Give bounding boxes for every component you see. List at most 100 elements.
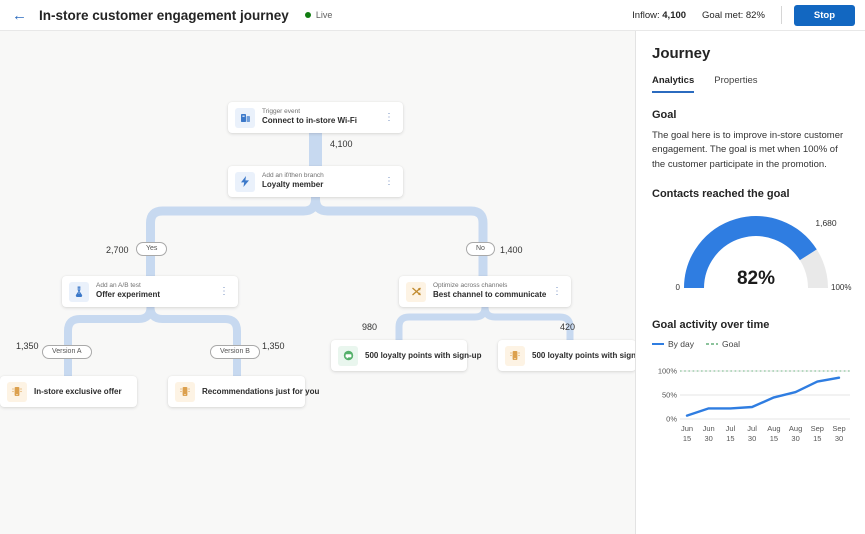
node-loyalty-points-message[interactable]: 500 loyalty points with sign-up [331, 340, 467, 371]
yes-branch-pill: Yes [136, 242, 167, 256]
node-texts: Add an if/then branch Loyalty member [262, 172, 324, 192]
trunk-count: 4,100 [330, 139, 353, 149]
svg-text:15: 15 [726, 434, 734, 443]
node-texts: Add an A/B test Offer experiment [96, 282, 160, 302]
svg-text:30: 30 [705, 434, 713, 443]
top-header: ← In-store customer engagement journey L… [0, 0, 865, 31]
stop-button[interactable]: Stop [794, 5, 855, 26]
svg-text:50%: 50% [662, 390, 677, 399]
goal-gauge-chart: 0 100% 1,680 82% [652, 206, 851, 303]
legend-label: By day [668, 339, 694, 349]
by-day-line-icon [652, 340, 664, 348]
svg-text:Aug: Aug [789, 424, 802, 433]
svg-text:30: 30 [835, 434, 843, 443]
node-in-store-offer[interactable]: In-store exclusive offer [0, 376, 137, 407]
page-title: In-store customer engagement journey [39, 8, 289, 23]
svg-text:15: 15 [770, 434, 778, 443]
goal-met-value: 82% [746, 10, 765, 21]
inflow-label: Inflow: [632, 10, 659, 21]
no-branch-pill: No [466, 242, 495, 256]
version-a-pill: Version A [42, 345, 92, 359]
channel-b-count: 420 [560, 322, 575, 332]
goal-description: The goal here is to improve in-store cus… [652, 129, 844, 172]
version-b-pill: Version B [210, 345, 260, 359]
svg-text:0: 0 [676, 283, 681, 292]
svg-text:30: 30 [791, 434, 799, 443]
goal-met-label: Goal met: [702, 10, 743, 21]
svg-text:Jun: Jun [703, 424, 715, 433]
version-a-count: 1,350 [16, 341, 39, 351]
inflow-metric: Inflow: 4,100 [632, 10, 686, 21]
legend-by-day: By day [652, 339, 694, 349]
node-title: 500 loyalty points with sign-up [532, 351, 636, 360]
legend-label: Goal [722, 339, 740, 349]
svg-text:0%: 0% [666, 414, 677, 423]
svg-text:Aug: Aug [767, 424, 780, 433]
journey-canvas[interactable]: Trigger event Connect to in-store Wi-Fi … [0, 31, 636, 534]
node-title: 500 loyalty points with sign-up [365, 351, 481, 360]
version-b-count: 1,350 [262, 341, 285, 351]
node-title: Offer experiment [96, 290, 160, 301]
node-type-label: Add an A/B test [96, 282, 160, 291]
push-notification-icon [505, 346, 525, 366]
live-status-badge: Live [305, 10, 333, 20]
goal-activity-chart: 0%50%100%Jun15Jun30Jul15Jul30Aug15Aug30S… [652, 359, 851, 454]
node-title: Loyalty member [262, 180, 324, 191]
chat-message-icon [338, 346, 358, 366]
journey-side-panel: Journey Analytics Properties Goal The go… [636, 31, 865, 534]
more-options-icon[interactable]: ⋮ [382, 175, 396, 189]
svg-text:15: 15 [813, 434, 821, 443]
legend-goal: Goal [706, 339, 740, 349]
gauge-heading: Contacts reached the goal [652, 188, 851, 200]
header-divider [781, 6, 782, 24]
svg-text:Sep: Sep [832, 424, 845, 433]
svg-text:1,680: 1,680 [815, 218, 837, 228]
no-branch-count: 1,400 [500, 245, 523, 255]
header-metrics: Inflow: 4,100 Goal met: 82% Stop [616, 5, 855, 26]
svg-text:Jul: Jul [747, 424, 757, 433]
more-options-icon[interactable]: ⋮ [550, 285, 564, 299]
node-texts: Trigger event Connect to in-store Wi-Fi [262, 108, 357, 128]
tab-analytics[interactable]: Analytics [652, 75, 694, 93]
activity-heading: Goal activity over time [652, 319, 851, 331]
live-label: Live [316, 10, 333, 20]
svg-text:15: 15 [683, 434, 691, 443]
node-title: Connect to in-store Wi-Fi [262, 116, 357, 127]
node-loyalty-points-push[interactable]: 500 loyalty points with sign-up [498, 340, 636, 371]
node-optimize-channels[interactable]: Optimize across channels Best channel to… [399, 276, 571, 307]
push-notification-icon [7, 382, 27, 402]
svg-text:Jun: Jun [681, 424, 693, 433]
goal-met-metric: Goal met: 82% [702, 10, 765, 21]
more-options-icon[interactable]: ⋮ [217, 285, 231, 299]
node-ab-test[interactable]: Add an A/B test Offer experiment ⋮ [62, 276, 238, 307]
wifi-trigger-icon [235, 108, 255, 128]
svg-text:Sep: Sep [811, 424, 824, 433]
ab-test-flask-icon [69, 282, 89, 302]
shuffle-arrows-icon [406, 282, 426, 302]
svg-text:100%: 100% [831, 283, 851, 292]
goal-heading: Goal [652, 109, 851, 121]
node-trigger-event[interactable]: Trigger event Connect to in-store Wi-Fi … [228, 102, 403, 133]
inflow-value: 4,100 [662, 10, 686, 21]
chart-legend: By day Goal [652, 339, 851, 349]
live-dot-icon [305, 12, 311, 18]
panel-title: Journey [652, 45, 851, 62]
node-type-label: Optimize across channels [433, 282, 546, 291]
svg-text:Jul: Jul [726, 424, 736, 433]
svg-text:100%: 100% [658, 366, 678, 375]
panel-tabs: Analytics Properties [652, 75, 851, 93]
node-if-then-branch[interactable]: Add an if/then branch Loyalty member ⋮ [228, 166, 403, 197]
push-notification-icon [175, 382, 195, 402]
node-title: Recommendations just for you [202, 387, 319, 396]
node-title: Best channel to communicate [433, 290, 546, 301]
node-texts: Optimize across channels Best channel to… [433, 282, 546, 302]
tab-properties[interactable]: Properties [714, 75, 757, 93]
node-type-label: Trigger event [262, 108, 357, 117]
goal-dashed-line-icon [706, 340, 718, 348]
node-type-label: Add an if/then branch [262, 172, 324, 181]
more-options-icon[interactable]: ⋮ [382, 111, 396, 125]
node-recommendations[interactable]: Recommendations just for you [168, 376, 305, 407]
journey-designer-app: { "header": { "title": "In-store custome… [0, 0, 865, 534]
back-arrow-icon[interactable]: ← [12, 8, 27, 23]
branch-lightning-icon [235, 172, 255, 192]
